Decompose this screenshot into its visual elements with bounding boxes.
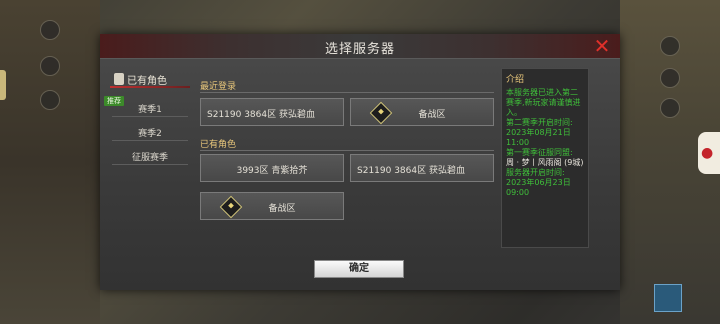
sidebar-item-season-1[interactable]: 赛季1 <box>110 102 190 115</box>
server-button-label: S21190 3864区 获弘碧血 <box>357 166 465 176</box>
background-menu-icon[interactable] <box>40 20 60 40</box>
info-line: 服务器开启时间: <box>506 168 565 177</box>
left-edge-tab[interactable] <box>0 70 6 100</box>
owned-roles-label: 已有角色 <box>200 140 237 150</box>
server-button-label: 备战区 <box>418 110 446 120</box>
sidebar-item-owned[interactable]: 已有角色 <box>110 72 190 88</box>
dialog-title-bar: 选择服务器 ✕ <box>100 34 620 59</box>
info-title: 介绍 <box>506 75 525 85</box>
sidebar-owned-label: 已有角色 <box>127 76 167 87</box>
server-select-dialog: 选择服务器 ✕ 已有角色 推荐 赛季1 赛季2 征服赛季 最近登录 S21190… <box>100 34 620 290</box>
close-icon[interactable]: ✕ <box>592 36 612 56</box>
character-icon <box>114 73 124 85</box>
dialog-title: 选择服务器 <box>324 42 395 57</box>
owned-server-button[interactable]: S21190 3864区 获弘碧血 <box>350 154 494 182</box>
chat-avatar-icon[interactable]: ● <box>698 132 720 174</box>
server-button-label: S21190 3864区 获弘碧血 <box>207 110 315 120</box>
sidebar-divider <box>112 164 188 165</box>
background-left <box>0 0 100 324</box>
sidebar-divider <box>112 116 188 117</box>
sidebar-divider <box>112 140 188 141</box>
info-line: 2023年08月21日 <box>506 128 571 137</box>
background-menu-icon[interactable] <box>40 56 60 76</box>
confirm-button[interactable]: 确定 <box>314 260 404 278</box>
info-line: 09:00 <box>506 188 530 197</box>
sidebar-item-conquest-season[interactable]: 征服赛季 <box>110 150 190 163</box>
function-icon[interactable] <box>654 284 682 312</box>
owned-warzone-button[interactable]: 备战区 <box>200 192 344 220</box>
background-menu-icon[interactable] <box>40 90 60 110</box>
info-line: 第一赛季征服同盟: <box>506 148 573 157</box>
recent-warzone-button[interactable]: 备战区 <box>350 98 494 126</box>
owned-server-button[interactable]: 3993区 青紫拾芥 <box>200 154 344 182</box>
server-button-label: 备战区 <box>268 204 296 214</box>
background-menu-icon[interactable] <box>660 36 680 56</box>
recent-server-button[interactable]: S21190 3864区 获弘碧血 <box>200 98 344 126</box>
sidebar-item-season-2[interactable]: 赛季2 <box>110 126 190 139</box>
recent-login-label: 最近登录 <box>200 82 237 92</box>
info-line: 第二赛季开启时间: <box>506 118 573 127</box>
section-divider <box>200 150 494 151</box>
background-menu-icon[interactable] <box>660 68 680 88</box>
selected-indicator <box>110 86 190 88</box>
server-button-label: 3993区 青紫拾芥 <box>236 166 308 176</box>
info-line: 11:00 <box>506 138 530 147</box>
info-line: 周 · 梦丨风雨阁 (9城) <box>506 158 584 167</box>
background-menu-icon[interactable] <box>660 98 680 118</box>
info-line: 本服务器已进入第二赛季,新玩家请谨慎进入。 <box>506 88 581 117</box>
season-sidebar: 已有角色 <box>110 72 190 88</box>
section-divider <box>200 92 494 93</box>
server-info-panel: 介绍 本服务器已进入第二赛季,新玩家请谨慎进入。 第二赛季开启时间: 2023年… <box>501 68 589 248</box>
info-line: 2023年06月23日 <box>506 178 571 187</box>
